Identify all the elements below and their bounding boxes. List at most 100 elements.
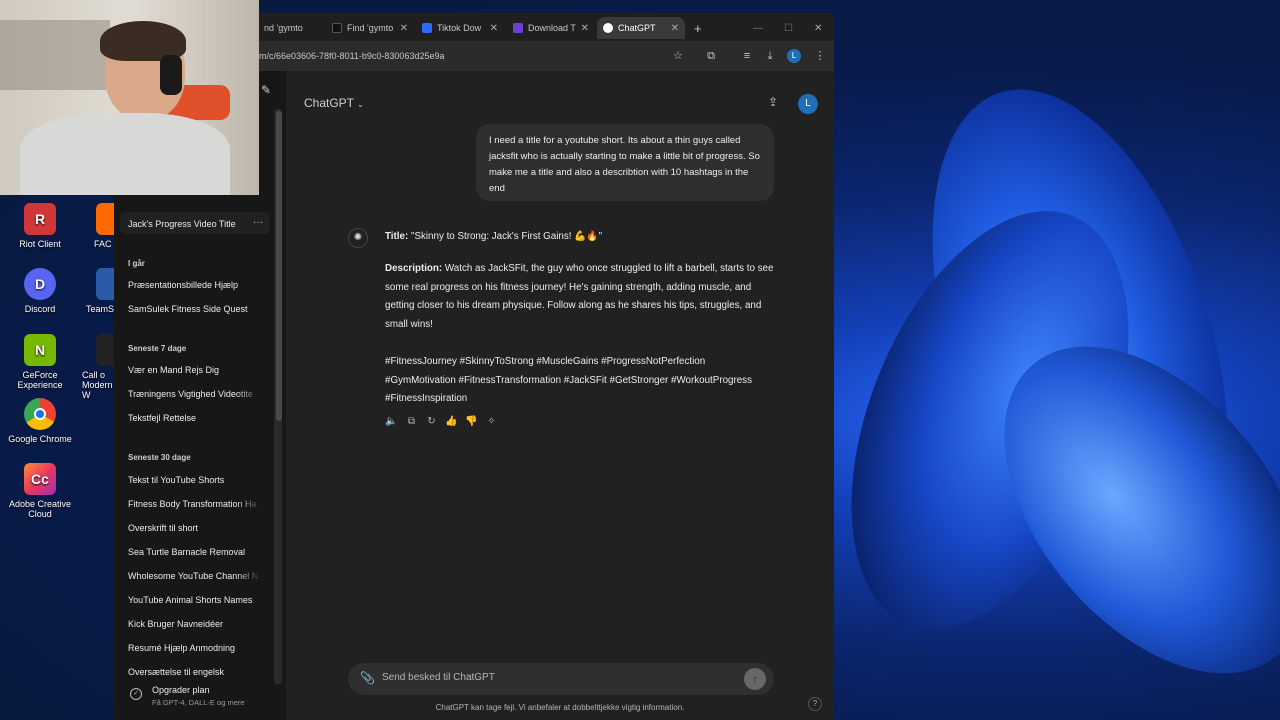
read-aloud-icon[interactable]: 🔈: [385, 416, 398, 427]
new-chat-icon[interactable]: ✎: [258, 82, 274, 98]
call-of-duty-icon: [96, 334, 114, 366]
tab-label: nd 'gymto: [264, 23, 303, 33]
sparkle-model-icon[interactable]: ✧: [485, 416, 498, 427]
send-button[interactable]: ↑: [744, 668, 766, 690]
upgrade-subtitle: Få GPT-4, DALL-E og mere: [152, 698, 245, 707]
download-icon[interactable]: ⤓: [762, 48, 778, 64]
teamspeak-icon: [96, 268, 114, 300]
download-icon: [513, 23, 523, 33]
close-icon[interactable]: ✕: [490, 23, 498, 34]
tab-chatgpt[interactable]: ChatGPT ✕: [597, 17, 685, 39]
sidebar-item[interactable]: Sea Turtle Barnacle Removal: [128, 547, 262, 557]
answer-title-paragraph: Title: "Skinny to Strong: Jack's First G…: [385, 228, 775, 247]
sidebar-item[interactable]: Fitness Body Transformation Ha: [128, 499, 262, 509]
webcam-person-shirt: [20, 113, 230, 195]
sidebar-item[interactable]: Præsentationsbillede Hjælp: [128, 280, 262, 290]
regenerate-icon[interactable]: ↻: [425, 416, 438, 427]
discord-icon: D: [24, 268, 56, 300]
desktop-icon-partial-cod[interactable]: Call o Modern W: [68, 334, 114, 400]
webcam-headset-icon: [160, 55, 182, 95]
tab-3[interactable]: Download T ✕: [507, 17, 595, 39]
thumbs-down-icon[interactable]: 👎: [465, 416, 478, 427]
tab-1[interactable]: Find 'gymto ✕: [326, 17, 414, 39]
chat-main: ChatGPT ⌄ ⇪ L I need a title for a youtu…: [286, 71, 834, 720]
webcam-person: [20, 21, 230, 195]
desktop-icon-chrome[interactable]: Google Chrome: [0, 398, 80, 444]
desktop-icon-label: Adobe Creative Cloud: [8, 499, 72, 519]
message-input[interactable]: Send besked til ChatGPT: [382, 672, 495, 683]
tab-2[interactable]: Tiktok Dow ✕: [416, 17, 504, 39]
composer[interactable]: 📎 Send besked til ChatGPT ↑: [348, 663, 774, 695]
desktop-icon-adobe-cc[interactable]: Cc Adobe Creative Cloud: [0, 463, 80, 519]
star-icon[interactable]: ☆: [670, 48, 686, 64]
answer-description-text: Watch as JackSFit, the guy who once stru…: [385, 263, 774, 330]
sidebar-item[interactable]: Resumé Hjælp Anmodning: [128, 643, 262, 653]
tab-label: Find 'gymto: [347, 23, 394, 33]
model-selector[interactable]: ChatGPT ⌄: [304, 96, 364, 110]
sidebar-item[interactable]: Oversættelse til engelsk: [128, 667, 262, 677]
sidebar-item-current[interactable]: Jack's Progress Video Title: [128, 219, 262, 229]
share-icon[interactable]: ⇪: [768, 95, 778, 109]
copy-icon[interactable]: ⧉: [405, 416, 418, 427]
answer-title-label: Title:: [385, 231, 409, 242]
profile-avatar[interactable]: L: [787, 49, 801, 63]
thumbs-up-icon[interactable]: 👍: [445, 416, 458, 427]
window-close-icon[interactable]: ✕: [808, 17, 828, 39]
user-message: I need a title for a youtube short. Its …: [476, 124, 774, 201]
sidebar-group-heading: I går: [128, 259, 145, 268]
desktop-icon-partial-fac[interactable]: FAC: [68, 203, 114, 249]
chrome-icon: [24, 398, 56, 430]
desktop-icon-label: FAC: [94, 239, 112, 249]
answer-description-paragraph: Description: Watch as JackSFit, the guy …: [385, 260, 775, 334]
close-icon[interactable]: ✕: [671, 23, 679, 34]
close-icon[interactable]: ✕: [400, 23, 408, 34]
chevron-down-icon: ⌄: [357, 100, 364, 109]
tab-label: Tiktok Dow: [437, 23, 482, 33]
upgrade-icon: ✓: [130, 688, 142, 700]
disclaimer-text: ChatGPT kan tage fejl. Vi anbefaler at d…: [435, 703, 685, 712]
sidebar-item[interactable]: Overskrift til short: [128, 523, 262, 533]
tab-label: Download T: [528, 23, 576, 33]
sidebar-item[interactable]: SamSulek Fitness Side Quest: [128, 304, 262, 314]
sidebar-group-heading: Seneste 7 dage: [128, 344, 187, 353]
sidebar-item[interactable]: Tekst til YouTube Shorts: [128, 475, 262, 485]
fac-icon: [96, 203, 114, 235]
sidebar-scrollbar-thumb[interactable]: [276, 111, 282, 421]
desktop-icon-label: Call o Modern W: [82, 370, 113, 400]
extensions-icon[interactable]: ⧉: [703, 48, 719, 64]
url-field[interactable]: om/c/66e03606-78f0-8011-b9c0-830063d25e9…: [254, 46, 694, 66]
desktop-icon-label: Google Chrome: [8, 434, 72, 444]
geforce-icon: N: [24, 334, 56, 366]
attach-icon[interactable]: 📎: [360, 671, 375, 685]
sidebar-item[interactable]: Kick Bruger Navneidéer: [128, 619, 262, 629]
wallpaper-bloom: [830, 60, 1280, 720]
sidebar-item[interactable]: Wholesome YouTube Channel N: [128, 571, 262, 581]
close-icon[interactable]: ✕: [581, 23, 589, 34]
sidebar-group-heading: Seneste 30 dage: [128, 453, 191, 462]
chatgpt-logo-icon: ✺: [348, 228, 368, 248]
sidebar-item[interactable]: Tekstfejl Rettelse: [128, 413, 262, 423]
help-button[interactable]: ?: [808, 697, 822, 711]
answer-description-label: Description:: [385, 263, 443, 274]
desktop-icon-label: TeamSp: [86, 304, 114, 314]
desktop-icon-partial-teamspeak[interactable]: TeamSp: [68, 268, 114, 314]
sidebar-item[interactable]: Vær en Mand Rejs Dig: [128, 365, 262, 375]
adobe-cc-icon: Cc: [24, 463, 56, 495]
answer-title-text: "Skinny to Strong: Jack's First Gains! 💪…: [410, 231, 603, 242]
menu-kebab-icon[interactable]: ⋮: [812, 48, 828, 64]
upgrade-title: Opgrader plan: [152, 685, 210, 695]
chatgpt-favicon: [603, 23, 613, 33]
message-actions: 🔈 ⧉ ↻ 👍 👎 ✧: [385, 416, 498, 427]
avatar[interactable]: L: [798, 94, 818, 114]
tab-search-icon[interactable]: ≡: [739, 48, 755, 64]
maximize-icon[interactable]: ☐: [778, 17, 799, 39]
riot-client-icon: R: [24, 203, 56, 235]
webcam-overlay: [0, 0, 259, 195]
new-tab-button[interactable]: +: [688, 17, 706, 39]
minimize-icon[interactable]: —: [747, 17, 769, 39]
tiktok-downloader-icon: [422, 23, 432, 33]
more-options-icon[interactable]: ···: [250, 215, 266, 231]
sidebar-item[interactable]: YouTube Animal Shorts Names: [128, 595, 262, 605]
sidebar-item[interactable]: Træningens Vigtighed Videotite: [128, 389, 262, 399]
model-name: ChatGPT: [304, 96, 354, 110]
